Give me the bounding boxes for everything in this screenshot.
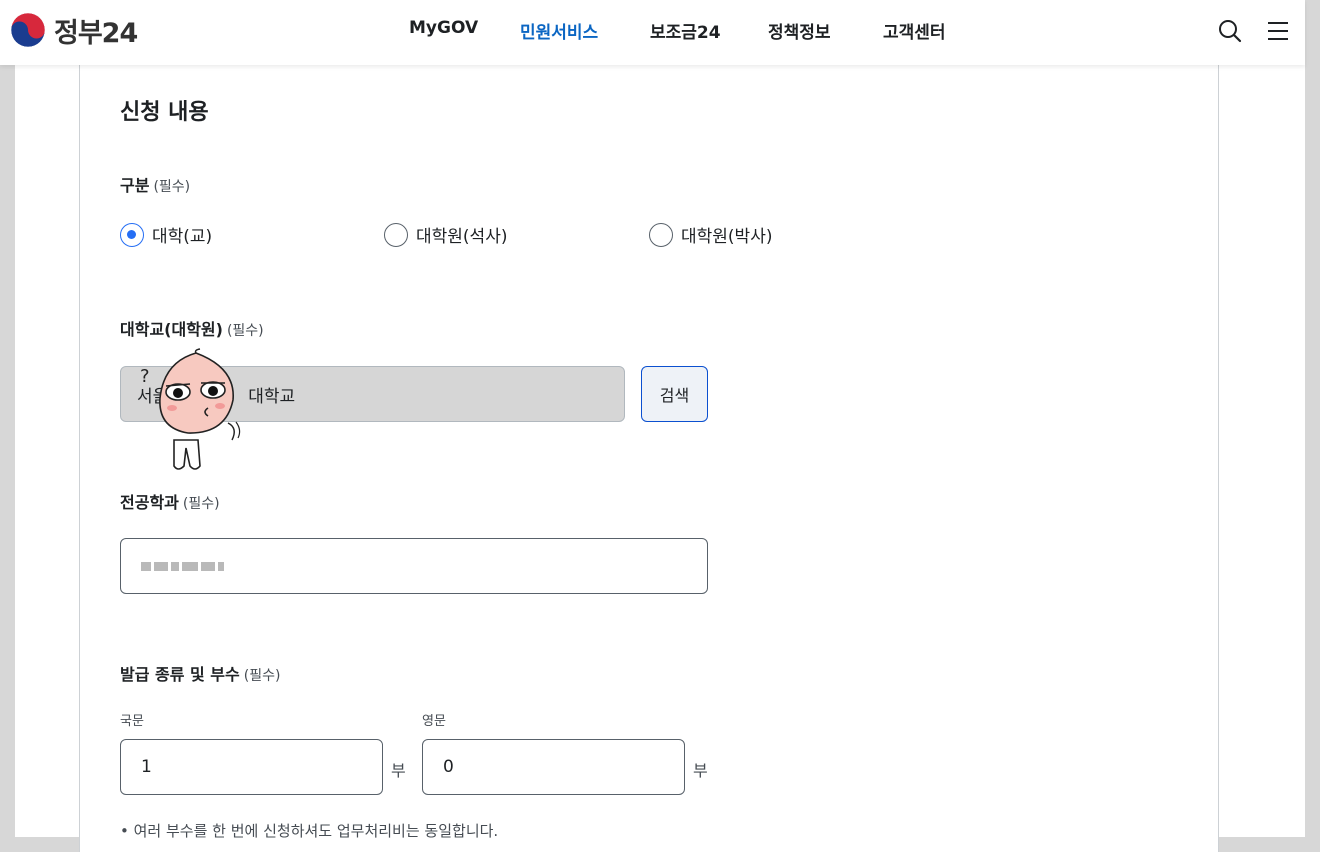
required-mark: (필수) <box>153 179 191 195</box>
form-panel <box>79 65 1219 852</box>
copies-label: 발급 종류 및 부수 (필수) <box>120 661 280 685</box>
korean-copies-label: 국문 <box>120 714 144 729</box>
english-copies-unit: 부 <box>693 761 708 780</box>
site-logo[interactable]: 정부24 <box>10 12 138 49</box>
radio-label-masters: 대학원(석사) <box>416 227 508 247</box>
section-title: 신청 내용 <box>120 100 209 125</box>
korean-copies-input[interactable]: 1 <box>120 739 383 795</box>
radio-button[interactable] <box>649 222 673 247</box>
major-value-blurred <box>141 561 224 571</box>
category-label: 구분 (필수) <box>120 172 190 196</box>
svg-text:?: ? <box>140 366 150 387</box>
english-copies-label: 영문 <box>422 714 446 729</box>
copies-label-text: 발급 종류 및 부수 <box>120 665 240 684</box>
nav-item-mygov[interactable]: MyGOV <box>409 18 478 38</box>
university-label-text: 대학교(대학원) <box>120 320 223 339</box>
category-label-text: 구분 <box>120 176 150 195</box>
radio-graduate-masters[interactable]: 대학원(석사) <box>384 222 507 247</box>
nav-item-customer-center[interactable]: 고객센터 <box>883 18 946 43</box>
korean-copies-unit: 부 <box>391 761 406 780</box>
university-value-suffix: 대학교 <box>248 386 296 407</box>
search-icon[interactable] <box>1217 18 1243 44</box>
taegeuk-logo-icon <box>10 12 46 48</box>
required-mark: (필수) <box>226 323 264 339</box>
radio-graduate-doctoral[interactable]: 대학원(박사) <box>649 222 772 247</box>
copies-note: • 여러 부수를 한 번에 신청하셔도 업무처리비는 동일합니다. <box>120 822 499 840</box>
site-logo-text: 정부24 <box>54 17 138 49</box>
major-label: 전공학과 (필수) <box>120 489 220 513</box>
radio-university[interactable]: 대학(교) <box>120 222 212 247</box>
english-copies-value: 0 <box>443 757 454 777</box>
nav-item-subsidy24[interactable]: 보조금24 <box>650 18 721 43</box>
peach-character-sticker: ? <box>140 348 241 470</box>
university-search-button[interactable]: 검색 <box>641 366 708 422</box>
nav-item-policy-info[interactable]: 정책정보 <box>768 18 831 43</box>
nav-item-civil-services[interactable]: 민원서비스 <box>520 18 598 43</box>
required-mark: (필수) <box>182 496 220 512</box>
radio-button-checked[interactable] <box>120 222 144 247</box>
radio-label-doctoral: 대학원(박사) <box>681 227 773 247</box>
radio-button[interactable] <box>384 222 408 247</box>
menu-icon[interactable] <box>1265 18 1291 44</box>
university-label: 대학교(대학원) (필수) <box>120 316 264 340</box>
radio-label-university: 대학(교) <box>152 227 213 247</box>
major-label-text: 전공학과 <box>120 493 179 512</box>
top-navigation-bar: 정부24 MyGOV 민원서비스 보조금24 정책정보 고객센터 <box>0 0 1305 65</box>
korean-copies-value: 1 <box>141 757 152 777</box>
required-mark: (필수) <box>243 668 281 684</box>
english-copies-input[interactable]: 0 <box>422 739 685 795</box>
major-input[interactable] <box>120 538 708 594</box>
